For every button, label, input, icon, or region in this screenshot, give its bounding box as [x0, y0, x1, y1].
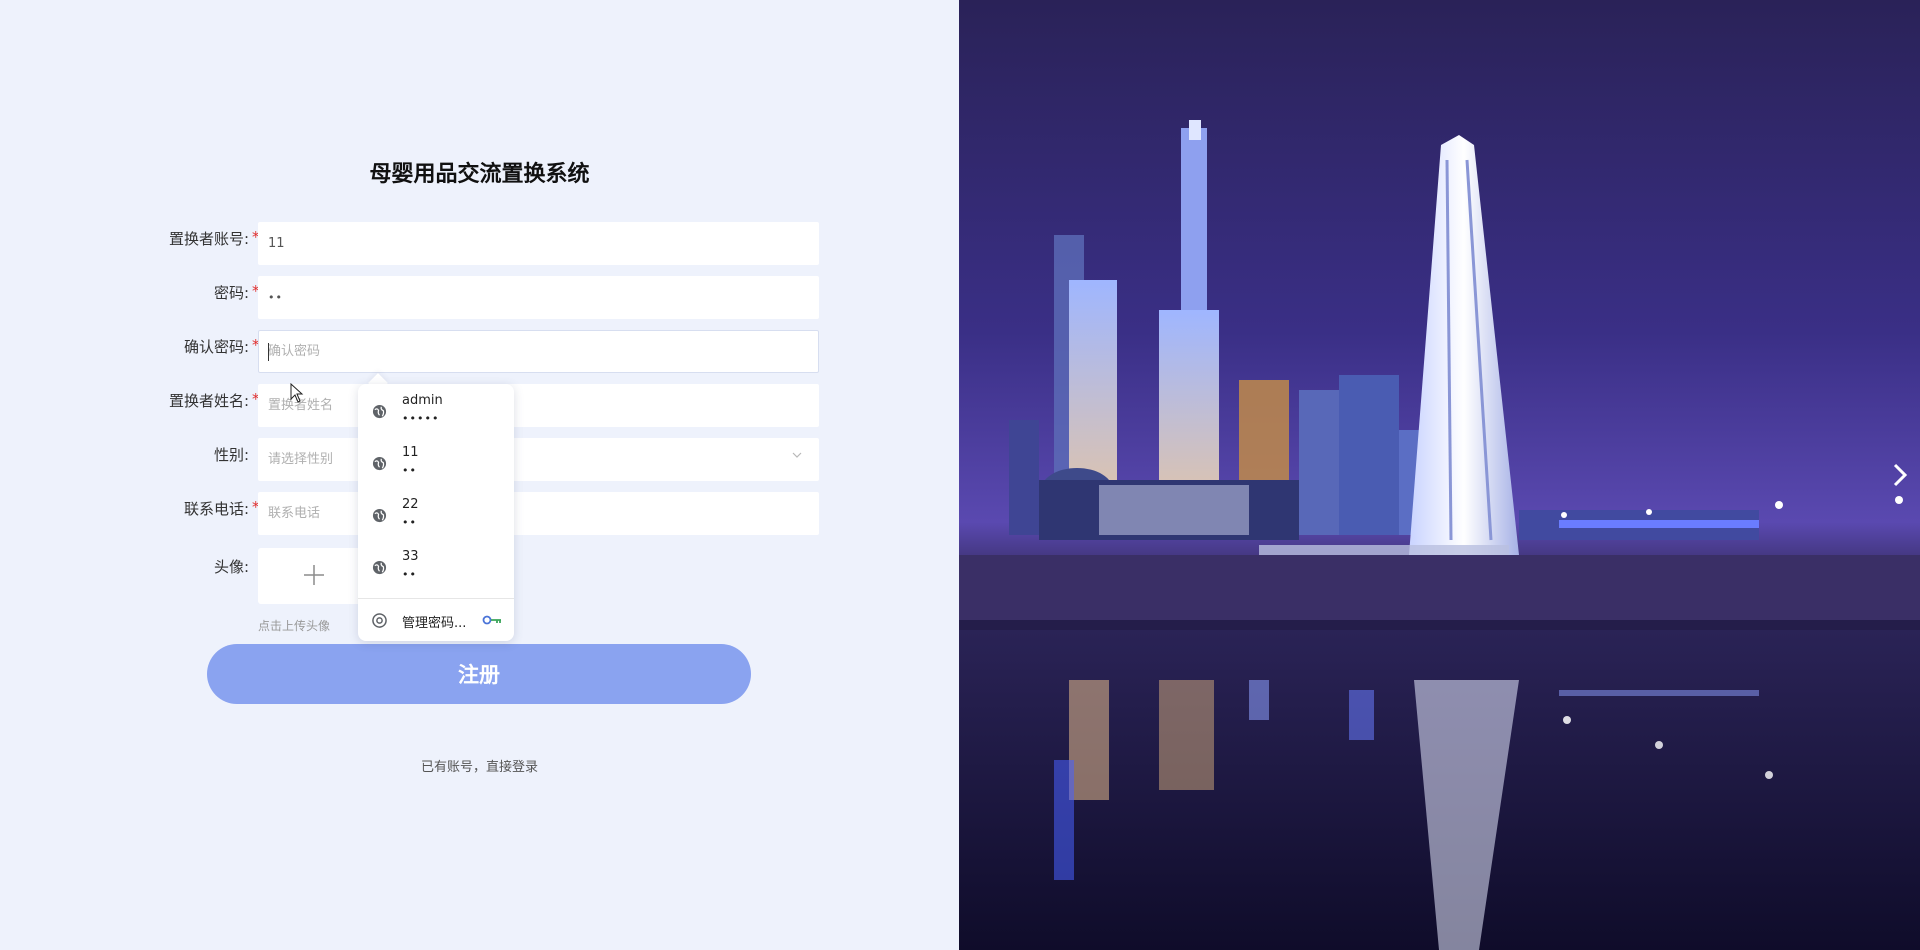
- register-button[interactable]: 注册: [207, 644, 751, 704]
- mouse-cursor-icon: [290, 383, 304, 403]
- autofill-divider: [358, 598, 514, 599]
- autofill-username: admin: [402, 393, 443, 408]
- chevron-right-icon[interactable]: [1890, 462, 1910, 488]
- globe-icon: [372, 560, 387, 575]
- manage-passwords-label: 管理密码...: [402, 616, 467, 631]
- avatar-hint: 点击上传头像: [258, 619, 331, 633]
- city-skyline-illustration: [959, 0, 1920, 950]
- gender-label: 性别:: [213, 446, 249, 464]
- password-row: 密码: *: [0, 276, 959, 320]
- confirm-password-input[interactable]: [258, 330, 819, 373]
- name-input[interactable]: [258, 384, 819, 427]
- chevron-down-icon: [792, 452, 802, 458]
- page-title: 母婴用品交流置换系统: [369, 162, 590, 187]
- phone-input[interactable]: [258, 492, 819, 535]
- password-label: 密码:: [213, 284, 249, 302]
- autofill-username: 22: [402, 497, 419, 512]
- confirm-password-label: 确认密码:: [183, 338, 249, 356]
- autofill-item[interactable]: admin •••••: [358, 384, 514, 436]
- account-input[interactable]: [258, 222, 819, 265]
- autofill-username: 11: [402, 445, 419, 460]
- autofill-password: ••: [402, 568, 417, 581]
- autofill-username: 33: [402, 549, 419, 564]
- autofill-password: ••: [402, 516, 417, 529]
- globe-icon: [372, 508, 387, 523]
- autofill-item[interactable]: 22 ••: [358, 488, 514, 540]
- password-input[interactable]: [258, 276, 819, 319]
- gender-select[interactable]: [258, 438, 819, 481]
- name-label: 置换者姓名:: [168, 392, 249, 410]
- city-night-image: [959, 0, 1920, 950]
- login-link[interactable]: 已有账号，直接登录: [0, 756, 959, 775]
- autofill-item[interactable]: 11 ••: [358, 436, 514, 488]
- account-label: 置换者账号:: [168, 230, 249, 248]
- autofill-password: •••••: [402, 412, 440, 425]
- manage-passwords-item[interactable]: 管理密码...: [358, 602, 514, 638]
- confirm-password-row: 确认密码: *: [0, 330, 959, 374]
- avatar-upload[interactable]: [258, 548, 366, 604]
- account-row: 置换者账号: *: [0, 222, 959, 266]
- key-icon: [482, 615, 501, 625]
- register-panel: 母婴用品交流置换系统 置换者账号: * 密码: * 确认密码: * 置换者姓名:…: [0, 0, 959, 950]
- globe-icon: [372, 456, 387, 471]
- autofill-password: ••: [402, 464, 417, 477]
- chrome-icon: [372, 613, 387, 628]
- globe-icon: [372, 404, 387, 419]
- plus-icon: [304, 565, 324, 585]
- password-autofill-dropdown: admin ••••• 11 •• 22 •• 33 •• 管理密码...: [358, 384, 514, 641]
- avatar-label: 头像:: [213, 558, 249, 576]
- text-caret: [268, 343, 269, 361]
- autofill-item[interactable]: 33 ••: [358, 540, 514, 592]
- phone-label: 联系电话:: [183, 500, 249, 518]
